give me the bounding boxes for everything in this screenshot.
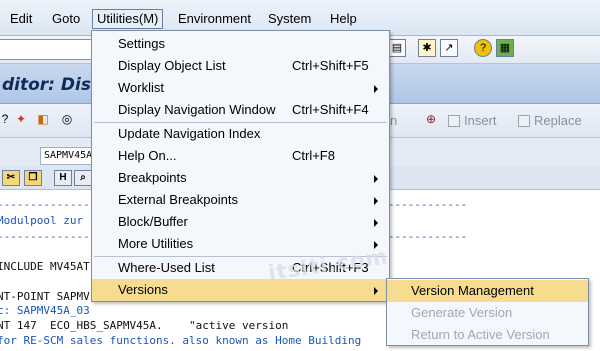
replace-button[interactable]: Replace <box>518 112 582 130</box>
generate-shortcut-icon[interactable]: ↗ <box>440 39 458 57</box>
find-icon[interactable]: H <box>54 170 72 186</box>
menu-item-breakpoints[interactable]: Breakpoints <box>92 167 389 189</box>
replace-icon <box>518 115 530 127</box>
code-line: for RE-SCM sales functions. also known a… <box>0 334 362 347</box>
menu-help[interactable]: Help <box>326 9 361 29</box>
code-line: Modulpool zur <box>0 214 84 227</box>
menu-item-label: Breakpoints <box>118 170 187 185</box>
menu-item-label: Update Navigation Index <box>118 126 261 141</box>
menu-item-block-buffer[interactable]: Block/Buffer <box>92 211 389 233</box>
menu-edit[interactable]: Edit <box>6 9 36 29</box>
object-icon[interactable]: ◧ <box>36 112 50 126</box>
code-line: c: SAPMV45A_03 <box>0 304 90 317</box>
menu-utilities[interactable]: Utilities(M) <box>92 9 164 29</box>
check-icon[interactable]: ✦ <box>14 112 28 126</box>
menu-item-update-navigation-index[interactable]: Update Navigation Index <box>92 123 389 145</box>
menu-item-label: Display Navigation Window <box>118 102 276 117</box>
menu-item-label: Versions <box>118 282 168 297</box>
submenu-item-return-to-active-version[interactable]: Return to Active Version <box>387 324 588 346</box>
code-line: NT 147 ECO_HBS_SAPMV45A. "active version <box>0 319 289 332</box>
menu-item-worklist[interactable]: Worklist <box>92 77 389 99</box>
submenu-arrow-icon <box>374 219 378 227</box>
toggle-icon[interactable]: ? <box>0 112 12 126</box>
menu-item-settings[interactable]: Settings <box>92 33 389 55</box>
insert-icon <box>448 115 460 127</box>
program-field[interactable]: SAPMV45A <box>40 147 96 165</box>
submenu-item-generate-version[interactable]: Generate Version <box>387 302 588 324</box>
versions-submenu: Version Management Generate Version Retu… <box>386 278 589 346</box>
menu-environment[interactable]: Environment <box>174 9 255 29</box>
menu-item-label: Worklist <box>118 80 164 95</box>
menu-item-label: Block/Buffer <box>118 214 188 229</box>
menu-item-label: Settings <box>118 36 165 51</box>
submenu-item-version-management[interactable]: Version Management <box>387 280 588 302</box>
menu-item-label: Generate Version <box>411 305 513 320</box>
menu-item-label: External Breakpoints <box>118 192 238 207</box>
cut-icon[interactable]: ✂ <box>2 170 20 186</box>
menu-item-display-object-list[interactable]: Display Object List Ctrl+Shift+F5 <box>92 55 389 77</box>
shortcut-label: Ctrl+F8 <box>292 148 335 163</box>
menu-item-label: Where-Used List <box>118 260 215 275</box>
shortcut-label: Ctrl+Shift+F5 <box>292 58 369 73</box>
help-icon[interactable]: ? <box>474 39 492 57</box>
shortcut-icon[interactable]: ▤ <box>388 39 406 57</box>
code-line: INCLUDE MV45AT <box>0 260 90 273</box>
shortcut-label: Ctrl+Shift+F4 <box>292 102 369 117</box>
menu-item-label: Display Object List <box>118 58 226 73</box>
menu-system[interactable]: System <box>264 9 315 29</box>
activate-icon[interactable]: ◎ <box>60 112 74 126</box>
submenu-arrow-icon <box>374 197 378 205</box>
menu-item-label: More Utilities <box>118 236 194 251</box>
find-next-icon[interactable]: ⌕ <box>74 170 92 186</box>
menu-item-external-breakpoints[interactable]: External Breakpoints <box>92 189 389 211</box>
insert-button[interactable]: Insert <box>448 112 497 130</box>
code-line: NT-POINT SAPMV <box>0 290 90 303</box>
command-field[interactable] <box>0 39 96 60</box>
pattern-icon[interactable]: ⊕ <box>424 112 438 126</box>
submenu-arrow-icon <box>374 85 378 93</box>
menu-goto[interactable]: Goto <box>48 9 84 29</box>
menu-item-display-navigation-window[interactable]: Display Navigation Window Ctrl+Shift+F4 <box>92 99 389 121</box>
menu-item-versions[interactable]: Versions <box>92 279 389 301</box>
layout-menu-icon[interactable]: ▦ <box>496 39 514 57</box>
submenu-arrow-icon <box>374 175 378 183</box>
copy-icon[interactable]: ❐ <box>24 170 42 186</box>
menu-item-label: Return to Active Version <box>411 327 550 342</box>
submenu-arrow-icon <box>374 287 378 295</box>
toolbar-partial-label: n <box>390 113 398 128</box>
menu-item-label: Version Management <box>411 283 534 298</box>
menu-item-help-on[interactable]: Help On... Ctrl+F8 <box>92 145 389 167</box>
menu-item-label: Help On... <box>118 148 177 163</box>
create-session-icon[interactable]: ✱ <box>418 39 436 57</box>
